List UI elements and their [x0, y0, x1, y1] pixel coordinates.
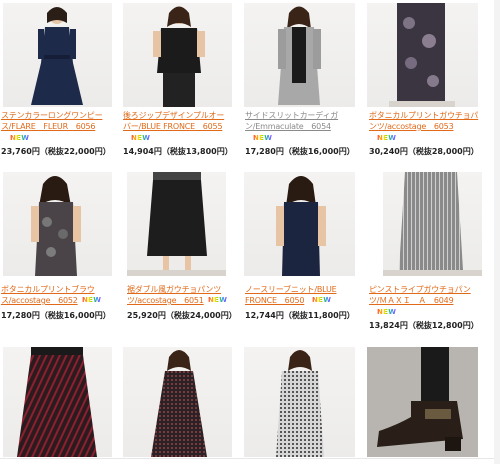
product-photo-black-top[interactable]: [123, 3, 232, 107]
product-title-line[interactable]: サイドスリットカーディガ: [245, 110, 338, 121]
divider: [0, 458, 494, 459]
product-photo-tweed-dress[interactable]: [123, 347, 232, 457]
product-price: 14,904円（税抜13,800円）: [123, 147, 233, 156]
product-photo-striped-skirt[interactable]: [3, 347, 112, 457]
product-title-line[interactable]: ン/Emmaculate 6054: [245, 121, 338, 132]
product-price: 17,280円（税抜16,000円）: [245, 147, 355, 156]
product-title-line[interactable]: ピンストライプガウチョパン: [369, 284, 471, 295]
product-photo-tweed-coat-dress[interactable]: [244, 347, 355, 457]
product-photo-pinstripe-gaucho[interactable]: [383, 172, 482, 276]
product-price: 13,824円（税抜12,800円）: [369, 321, 479, 330]
product-title-line[interactable]: ンツ/accostage 6053: [369, 121, 478, 132]
product-title-line[interactable]: 裾ダブル風ガウチョパンツ: [127, 284, 221, 295]
product-title[interactable]: サイドスリットカーディガ ン/Emmaculate 6054: [245, 110, 338, 132]
product-title[interactable]: 後ろジップデザインプルオー バー/BLUE FRONCE 6055: [123, 110, 224, 132]
product-price: 12,744円（税抜11,800円）: [245, 311, 355, 320]
new-badge: NEW: [208, 296, 228, 304]
new-badge: NEW: [82, 296, 102, 304]
product-photo-gray-cardigan[interactable]: [244, 3, 355, 107]
new-badge: NEW: [377, 308, 397, 316]
new-badge: NEW: [131, 134, 151, 142]
product-title-line[interactable]: ス/accostage 6052: [1, 295, 95, 306]
product-title-line[interactable]: ボタニカルプリントガウチョパ: [369, 110, 478, 121]
product-price: 23,760円（税抜22,000円）: [1, 147, 111, 156]
product-photo-navy-dress[interactable]: [3, 3, 112, 107]
product-photo-leather-boots[interactable]: [367, 347, 478, 457]
product-title-line[interactable]: ステンカラーロングワンピー: [1, 110, 103, 121]
product-price: 17,280円（税抜16,000円）: [1, 311, 111, 320]
new-badge: NEW: [312, 296, 332, 304]
product-photo-navy-knit[interactable]: [244, 172, 355, 276]
product-title-line[interactable]: ノースリーブニット/BLUE: [245, 284, 337, 295]
product-title[interactable]: ボタニカルプリントガウチョパ ンツ/accostage 6053: [369, 110, 478, 132]
product-price: 25,920円（税抜24,000円）: [127, 311, 237, 320]
new-badge: NEW: [377, 134, 397, 142]
product-title-line[interactable]: 後ろジップデザインプルオー: [123, 110, 224, 121]
product-title[interactable]: ボタニカルプリントブラウ ス/accostage 6052: [1, 284, 95, 306]
product-title[interactable]: ステンカラーロングワンピー ス/FLARE FLEUR 6056: [1, 110, 103, 132]
product-photo-botanical-blouse[interactable]: [3, 172, 112, 276]
product-title[interactable]: 裾ダブル風ガウチョパンツ ツ/accostage 6051: [127, 284, 221, 306]
product-title[interactable]: ピンストライプガウチョパン ツ/ＭＡＸＩ Ａ 6049: [369, 284, 471, 306]
product-photo-black-gaucho[interactable]: [127, 172, 226, 276]
new-badge: NEW: [253, 134, 273, 142]
product-price: 30,240円（税抜28,000円）: [369, 147, 479, 156]
page-scrollbar[interactable]: [494, 0, 500, 464]
new-badge: NEW: [10, 134, 30, 142]
product-photo-floral-gaucho[interactable]: [367, 3, 478, 107]
product-title-line[interactable]: ス/FLARE FLEUR 6056: [1, 121, 102, 132]
product-title-line[interactable]: ツ/accostage 6051: [127, 295, 221, 306]
product-title-line[interactable]: バー/BLUE FRONCE 6055: [123, 121, 224, 132]
product-title-line[interactable]: ツ/ＭＡＸＩ Ａ 6049: [369, 295, 471, 306]
product-title-line[interactable]: ボタニカルプリントブラウ: [1, 284, 95, 295]
